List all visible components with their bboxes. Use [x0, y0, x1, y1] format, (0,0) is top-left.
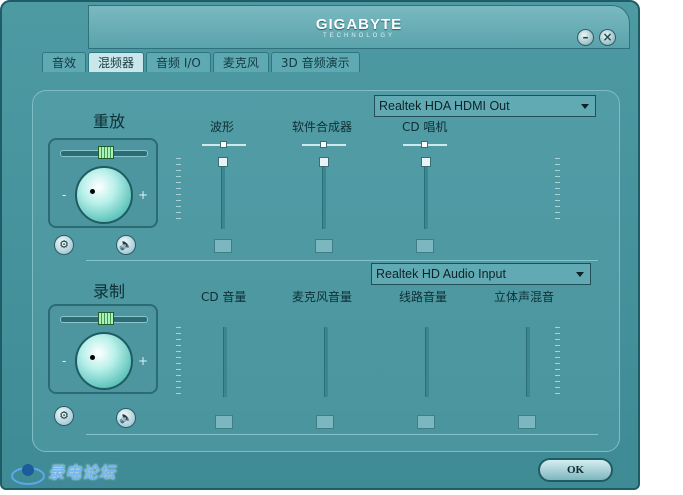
section-divider — [86, 260, 598, 261]
volume-fader-track[interactable] — [324, 327, 328, 397]
playback-scale-left — [176, 158, 181, 224]
record-mute-button[interactable]: 🔈 — [116, 408, 136, 428]
volume-fader-track[interactable] — [322, 157, 326, 229]
playback-channel-label: CD 唱机 — [402, 120, 448, 134]
knob-indicator — [90, 355, 95, 360]
speaker-icon: 🔈 — [119, 411, 133, 424]
watermark-icon — [11, 464, 45, 485]
record-channel-label: CD 音量 — [201, 290, 247, 304]
playback-device-value: Realtek HDA HDMI Out — [379, 99, 510, 113]
watermark-subtext: JD-BBS.COM — [50, 480, 103, 488]
watermark-logo: 录电论坛 JD-BBS.COM — [10, 458, 130, 493]
record-volume-control: - + — [48, 304, 158, 394]
record-scale-right — [555, 327, 560, 399]
ok-button[interactable]: OK — [538, 458, 613, 482]
tab-3d-demo[interactable]: 3D 音频演示 — [270, 52, 360, 72]
playback-balance-thumb[interactable] — [98, 146, 114, 159]
record-balance-thumb[interactable] — [98, 312, 114, 325]
channel-mute-button[interactable] — [416, 239, 434, 253]
playback-scale-right — [555, 158, 560, 224]
playback-volume-knob[interactable] — [75, 166, 133, 224]
volume-fader-thumb[interactable] — [319, 157, 329, 167]
playback-volume-control: - + — [48, 138, 158, 228]
record-device-value: Realtek HD Audio Input — [376, 267, 506, 281]
wrench-icon: ⚙ — [59, 409, 69, 422]
channel-mute-button[interactable] — [315, 239, 333, 253]
volume-fader-track[interactable] — [424, 157, 428, 229]
knob-indicator — [90, 189, 95, 194]
tab-audio-io[interactable]: 音频 I/O — [146, 52, 211, 72]
chevron-down-icon — [576, 272, 584, 277]
minus-icon: – — [582, 30, 589, 44]
knob-plus-label: + — [138, 188, 149, 202]
title-bar: GIGABYTE TECHNOLOGY – × — [88, 5, 630, 49]
record-title: 录制 — [93, 282, 126, 301]
playback-title: 重放 — [93, 112, 126, 131]
record-channel-label: 立体声混音 — [494, 290, 555, 304]
knob-minus-label: - — [62, 188, 67, 202]
record-settings-button[interactable]: ⚙ — [54, 406, 74, 426]
record-device-select[interactable]: Realtek HD Audio Input — [371, 263, 591, 285]
close-icon: × — [602, 30, 613, 44]
close-button[interactable]: × — [599, 29, 616, 46]
brand-logo: GIGABYTE — [315, 16, 403, 33]
playback-device-select[interactable]: Realtek HDA HDMI Out — [374, 95, 596, 117]
tab-bar: 音效 混频器 音频 I/O 麦克风 3D 音频演示 — [42, 52, 362, 72]
mixer-window: GIGABYTE TECHNOLOGY – × 音效 混频器 音频 I/O 麦克… — [0, 0, 640, 490]
volume-fader-thumb[interactable] — [421, 157, 431, 167]
volume-fader-track[interactable] — [425, 327, 429, 397]
channel-mute-button[interactable] — [214, 239, 232, 253]
record-volume-knob[interactable] — [75, 332, 133, 390]
speaker-icon: 🔈 — [119, 238, 133, 251]
chevron-down-icon — [581, 104, 589, 109]
channel-mute-button[interactable] — [518, 415, 536, 429]
playback-channel-label: 波形 — [210, 120, 235, 134]
tab-mixer[interactable]: 混频器 — [88, 52, 145, 72]
knob-plus-label: + — [138, 354, 149, 368]
minimize-button[interactable]: – — [577, 29, 594, 46]
volume-fader-track[interactable] — [223, 327, 227, 397]
knob-minus-label: - — [62, 354, 67, 368]
playback-settings-button[interactable]: ⚙ — [54, 235, 74, 255]
volume-fader-thumb[interactable] — [218, 157, 228, 167]
playback-mute-button[interactable]: 🔈 — [116, 235, 136, 255]
wrench-icon: ⚙ — [59, 238, 69, 251]
tab-microphone[interactable]: 麦克风 — [212, 52, 269, 72]
record-scale-left — [176, 327, 181, 399]
section-divider — [86, 434, 598, 435]
balance-thumb[interactable] — [320, 141, 327, 148]
channel-mute-button[interactable] — [316, 415, 334, 429]
tab-effects[interactable]: 音效 — [42, 52, 87, 72]
channel-mute-button[interactable] — [417, 415, 435, 429]
playback-channel-label: 软件合成器 — [292, 120, 353, 134]
channel-mute-button[interactable] — [215, 415, 233, 429]
balance-thumb[interactable] — [421, 141, 428, 148]
volume-fader-track[interactable] — [221, 157, 225, 229]
brand-subtitle: TECHNOLOGY — [322, 33, 395, 39]
record-channel-label: 线路音量 — [399, 290, 448, 304]
balance-thumb[interactable] — [220, 141, 227, 148]
volume-fader-track[interactable] — [526, 327, 530, 397]
record-channel-label: 麦克风音量 — [292, 290, 353, 304]
